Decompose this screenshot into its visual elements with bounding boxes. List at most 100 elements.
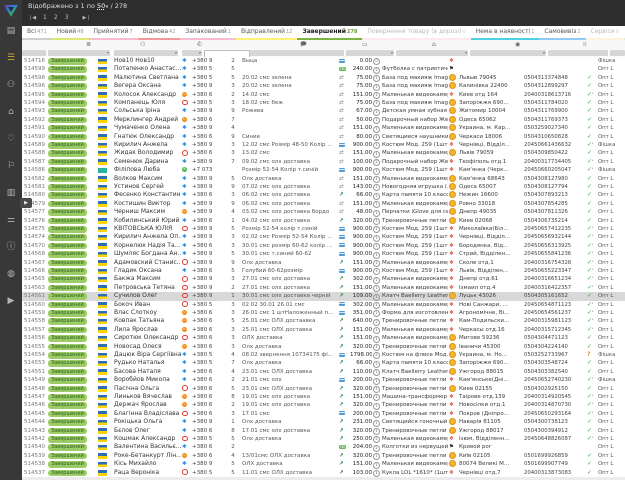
order-row[interactable]: 514570ЗавершенийКорнелюк Надія Та...✱+38… <box>22 242 625 250</box>
tracking-number[interactable]: 0504302925150 <box>524 385 586 393</box>
tab-всі[interactable]: Всі471 <box>22 26 52 40</box>
product-name[interactable]: Маленькая видеокамера SQ8 *... <box>382 301 448 309</box>
order-row[interactable]: 514575ЗавершенийКВІТОВСЬКА ЮЛІЯ+380 95Ро… <box>22 225 625 233</box>
customer-name[interactable]: Лила Ярослав <box>114 326 181 334</box>
tracking-number[interactable]: 0504304224140 <box>524 343 586 351</box>
tracking-number[interactable]: 20450654871123 <box>524 301 586 309</box>
dashboard-icon[interactable]: ▤ <box>0 26 22 36</box>
tracking-number[interactable]: 20400316651234 <box>524 275 586 283</box>
customer-name[interactable]: Раца Вероніка <box>114 469 181 477</box>
customer-name[interactable]: Мерклингер Андрей <box>114 116 181 124</box>
tracking-number[interactable]: 0501699926859 <box>524 452 586 460</box>
tab-нема-в-наявності[interactable]: Нема в наявності1 <box>471 26 540 40</box>
filter-cell[interactable] <box>610 50 625 56</box>
order-row[interactable]: 514544ЗавершенийРокіцька Ольга✱+380 91Ол… <box>22 418 625 426</box>
order-row[interactable]: 514716ЗавершенийНов10 Нов10✱+380 92Выца0… <box>22 57 625 65</box>
customer-name[interactable]: Малютина Светлана <box>114 74 181 82</box>
tracking-number[interactable]: 20450648826087 <box>524 435 586 443</box>
customer-name[interactable]: Сольська Іріна <box>114 107 181 115</box>
tracking-number[interactable]: 0504313374848 <box>524 74 586 82</box>
customer-name[interactable]: Колосок Александр <box>114 91 181 99</box>
customer-name[interactable]: Дацюк Віра Сергіївна <box>114 351 181 359</box>
customer-name[interactable]: Валентина Васильє... <box>114 443 181 451</box>
order-row-selected[interactable]: 514561ЗавершенийСучилов Олег+380 9130.01… <box>22 292 625 300</box>
customer-name[interactable]: Пасічна Ольга <box>114 385 181 393</box>
product-name[interactable]: Перчатки iGlove для сенсорных... <box>382 208 448 216</box>
tracking-number[interactable]: 20400314870730 <box>524 401 586 409</box>
tracking-number[interactable]: 0504307854285 <box>524 200 586 208</box>
customer-name[interactable]: Устинов Сергей <box>114 183 181 191</box>
order-row[interactable]: 514594ЗавершенийКомпанець Юля+380 5318.0… <box>22 99 625 107</box>
tracking-number[interactable]: 0504310650828 <box>524 133 586 141</box>
tracking-number[interactable]: 20450654561237 <box>524 309 586 317</box>
order-row[interactable]: 514596ЗавершенийВегера Оксана✱+380 9320.… <box>22 82 625 90</box>
customer-name[interactable]: Чумаченко Олена <box>114 124 181 132</box>
tracking-number[interactable]: 0504312899297 <box>524 82 586 90</box>
product-name[interactable]: Костюм Мод. 259 (1шт. х 900.00... <box>382 250 448 258</box>
tracking-number[interactable]: 0503259027340 <box>524 124 586 132</box>
tab-самовивіз[interactable]: Самовивіз2 <box>539 26 585 40</box>
tracking-number[interactable]: 20450661436632 <box>524 141 586 149</box>
tracking-number[interactable]: 0504303382540 <box>524 368 586 376</box>
tracking-number[interactable]: 0504300738123 <box>524 418 586 426</box>
tracking-number[interactable]: 20400315981123 <box>524 317 586 325</box>
tab-сервіси[interactable]: Сервіси0 <box>586 26 624 40</box>
product-name[interactable]: Маленькая видеокамера SQ8 *... <box>382 334 448 342</box>
filter-cell[interactable]: ▾ <box>48 50 110 56</box>
order-row[interactable]: 514553ЗавершенийРудько Наталья✱+380 57Ол… <box>22 359 625 367</box>
product-name[interactable]: Костюм Мод. 259 (1шт. х 900.00... <box>382 242 448 250</box>
customer-name[interactable]: Роке-Бетанкурт Лін... <box>114 452 181 460</box>
order-row[interactable]: 514595ЗавершенийКолосок Александрlc+380 … <box>22 91 625 99</box>
customer-name[interactable]: Корнелюк Надія Та... <box>114 242 181 250</box>
page-number[interactable]: 2 <box>54 14 58 21</box>
order-row[interactable]: 514579ЗавершенийКостишин Виктор✱+380 990… <box>22 200 625 208</box>
tracking-number[interactable]: 20400313873083 <box>524 469 586 477</box>
customer-name[interactable]: Благінна Владіслава <box>114 410 181 418</box>
product-name[interactable]: Костюм Мод. 259 (1шт. х 900.00... <box>382 166 448 174</box>
customer-name[interactable]: Костишин Виктор <box>114 200 181 208</box>
order-row[interactable]: 514558ЗавершенийКовпак Татьянаlc+380 652… <box>22 317 625 325</box>
product-name[interactable]: Костюм на флисе Мод.1014 (1ш... <box>382 351 448 359</box>
tracking-number[interactable] <box>524 57 586 65</box>
tracking-number[interactable]: 20450660205047 <box>524 166 586 174</box>
product-name[interactable]: Тренировочные петли TRX Train... <box>382 376 448 384</box>
product-name[interactable]: Маленькая видеокамера SQ8 *... <box>382 91 448 99</box>
tracking-number[interactable]: 20450657412235 <box>524 225 586 233</box>
tracking-number[interactable]: 20400318613716 <box>524 91 586 99</box>
product-name[interactable]: Маленькая видеокамера SQ8 *... <box>382 175 448 183</box>
product-name[interactable]: Подарочный набор Жемчужина... <box>382 116 448 124</box>
customer-name[interactable]: Нов10 Нов10 <box>114 57 181 65</box>
order-row[interactable]: 514565ЗавершенийБакжа Максим+380 9327.01… <box>22 275 625 283</box>
filter-cell[interactable]: ▾ <box>396 50 468 56</box>
orders-icon[interactable]: ☰ <box>0 53 22 63</box>
order-row[interactable]: 514568ЗавершенийШумляс Богдана Ан...✱+38… <box>22 250 625 258</box>
product-name[interactable]: Тренировочные петли TRX Train... <box>382 410 448 418</box>
product-name[interactable]: Тренировочные петли TRX Train... <box>382 401 448 409</box>
customer-name[interactable]: Фесенко Константин <box>114 191 181 199</box>
product-name[interactable]: Тренировочные петли TRX Train... <box>382 452 448 460</box>
tracking-number[interactable]: 0504311784020 <box>524 99 586 107</box>
product-name[interactable]: Костюм Мод. 259 (1шт. х 900.00... <box>382 225 448 233</box>
customer-name[interactable]: Гладик Оксана <box>114 267 181 275</box>
order-row[interactable]: 514588ЗавершенийЖидак Володимир+380 6313… <box>22 149 625 157</box>
order-row[interactable]: 514576ЗавершенийКобилинський Юрий✱+380 6… <box>22 217 625 225</box>
tab-запакований[interactable]: Запакований1 <box>180 26 236 40</box>
filter-cell[interactable]: ▾ <box>470 50 546 56</box>
order-row[interactable]: 514574ЗавершенийКирилич Анжела Оп...✱+38… <box>22 233 625 241</box>
tracking-number[interactable]: 20450655223347 <box>524 267 586 275</box>
order-row[interactable]: 514591ЗавершенийЧумаченко Олена✱+380 94⇄… <box>22 124 625 132</box>
customer-name[interactable]: Сучилов Олег <box>114 292 181 300</box>
product-name[interactable]: Маленькая видеокамера SQ8 *... <box>382 326 448 334</box>
order-row[interactable]: 514549ЗавершенийВоробйов Микола✱+380 622… <box>22 376 625 384</box>
product-name[interactable] <box>382 57 448 65</box>
tracking-number[interactable]: 20400316412357 <box>524 284 586 292</box>
customer-name[interactable]: Семенюк Дарина <box>114 158 181 166</box>
tracking-number[interactable]: 0504300394912 <box>524 427 586 435</box>
customer-name[interactable]: Волков Максим <box>114 175 181 183</box>
customer-name[interactable]: Рокіцька Ольга <box>114 418 181 426</box>
customer-name[interactable]: Сиротюк Олександр <box>114 334 181 342</box>
filter-cell[interactable]: ▾ <box>182 50 202 56</box>
product-name[interactable]: Костюм Мод. 259 (1шт. х 900.00... <box>382 267 448 275</box>
order-row[interactable]: 514581ЗавершенийУстинов Сергей✱+380 9907… <box>22 183 625 191</box>
product-name[interactable]: Маленькая видеокамера SQ8 *... <box>382 275 448 283</box>
